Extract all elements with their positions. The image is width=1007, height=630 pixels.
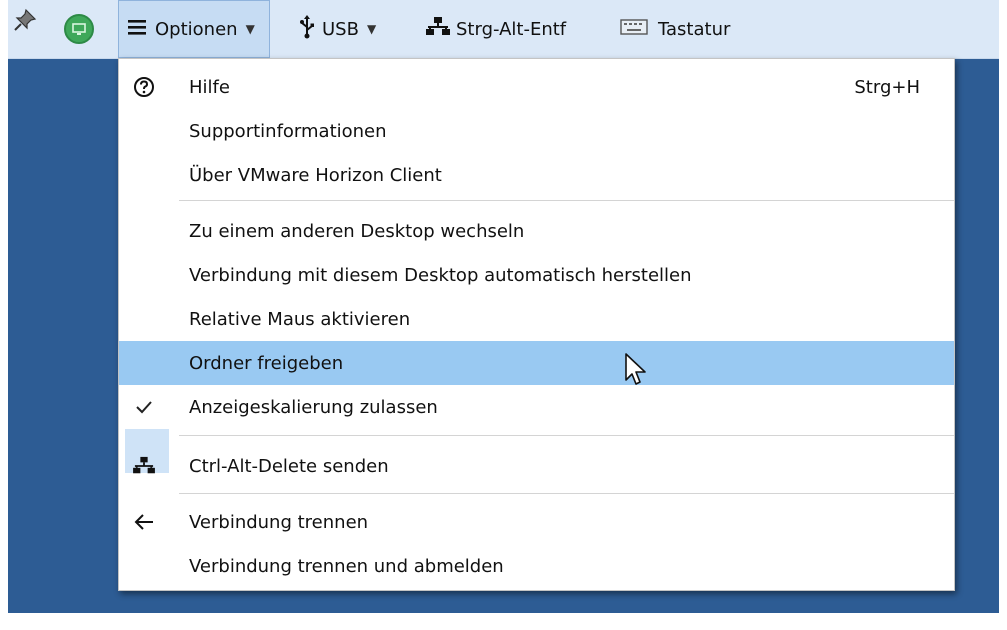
tastatur-label: Tastatur bbox=[658, 18, 731, 40]
menu-item-label: Zu einem anderen Desktop wechseln bbox=[189, 220, 525, 242]
chevron-down-icon: ▼ bbox=[245, 22, 255, 36]
usb-menu-button[interactable]: USB ▼ bbox=[298, 0, 376, 58]
pin-icon bbox=[12, 7, 38, 38]
menu-item-label: Verbindung trennen und abmelden bbox=[189, 555, 504, 577]
menu-item-desktop-wechseln[interactable]: Zu einem anderen Desktop wechseln bbox=[119, 209, 954, 253]
hamburger-menu-icon bbox=[127, 18, 147, 41]
menu-item-label: Verbindung trennen bbox=[189, 511, 369, 533]
arrow-left-icon bbox=[127, 500, 161, 544]
menu-item-label: Relative Maus aktivieren bbox=[189, 308, 411, 330]
keyboard-icon bbox=[620, 18, 648, 41]
strg-alt-entf-label: Strg-Alt-Entf bbox=[456, 18, 567, 40]
optionen-label: Optionen bbox=[155, 18, 238, 40]
remote-desktop-window: Optionen ▼ USB ▼ Strg-Alt-Entf Tastatur … bbox=[8, 0, 999, 613]
help-circle-icon bbox=[127, 65, 161, 109]
menu-item-label: Anzeigeskalierung zulassen bbox=[189, 396, 438, 418]
toolbar: Optionen ▼ USB ▼ Strg-Alt-Entf Tastatur bbox=[8, 0, 999, 59]
optionen-menu-button[interactable]: Optionen ▼ bbox=[118, 0, 270, 58]
menu-item-anzeigeskalierung[interactable]: Anzeigeskalierung zulassen bbox=[119, 385, 954, 429]
menu-item-label: Supportinformationen bbox=[189, 120, 387, 142]
menu-item-label: Hilfe bbox=[189, 76, 230, 98]
menu-item-hilfe[interactable]: Hilfe Strg+H bbox=[119, 65, 954, 109]
menu-separator bbox=[179, 435, 954, 436]
chevron-down-icon: ▼ bbox=[366, 22, 377, 36]
menu-item-ctrl-alt-delete[interactable]: Ctrl-Alt-Delete senden bbox=[119, 444, 954, 488]
pin-toolbar-button[interactable] bbox=[12, 2, 42, 42]
optionen-dropdown-menu: Hilfe Strg+H Supportinformationen Über V… bbox=[118, 58, 955, 591]
menu-item-relative-maus[interactable]: Relative Maus aktivieren bbox=[119, 297, 954, 341]
menu-item-label: Über VMware Horizon Client bbox=[189, 164, 442, 186]
menu-item-ueber[interactable]: Über VMware Horizon Client bbox=[119, 153, 954, 197]
menu-item-ordner-freigeben[interactable]: Ordner freigeben bbox=[119, 341, 954, 385]
ctrl-alt-del-toolbar-button[interactable]: Strg-Alt-Entf bbox=[426, 0, 566, 58]
menu-item-label: Ordner freigeben bbox=[189, 352, 344, 374]
menu-item-shortcut: Strg+H bbox=[854, 76, 920, 98]
menu-separator bbox=[179, 200, 954, 201]
network-icon bbox=[127, 444, 161, 488]
menu-item-label: Verbindung mit diesem Desktop automatisc… bbox=[189, 264, 692, 286]
usb-icon bbox=[298, 14, 316, 44]
checkmark-icon bbox=[127, 385, 161, 429]
menu-item-label: Ctrl-Alt-Delete senden bbox=[189, 455, 389, 477]
keyboard-toolbar-button[interactable]: Tastatur bbox=[620, 0, 730, 58]
network-icon bbox=[426, 16, 450, 43]
usb-label: USB bbox=[322, 18, 359, 40]
menu-item-auto-verbinden[interactable]: Verbindung mit diesem Desktop automatisc… bbox=[119, 253, 954, 297]
menu-item-trennen-abmelden[interactable]: Verbindung trennen und abmelden bbox=[119, 544, 954, 588]
menu-separator bbox=[179, 493, 954, 494]
menu-item-supportinformationen[interactable]: Supportinformationen bbox=[119, 109, 954, 153]
menu-item-verbindung-trennen[interactable]: Verbindung trennen bbox=[119, 500, 954, 544]
connection-status-icon bbox=[64, 14, 94, 44]
connection-status-button[interactable] bbox=[56, 0, 102, 58]
mouse-cursor-icon bbox=[624, 352, 650, 388]
